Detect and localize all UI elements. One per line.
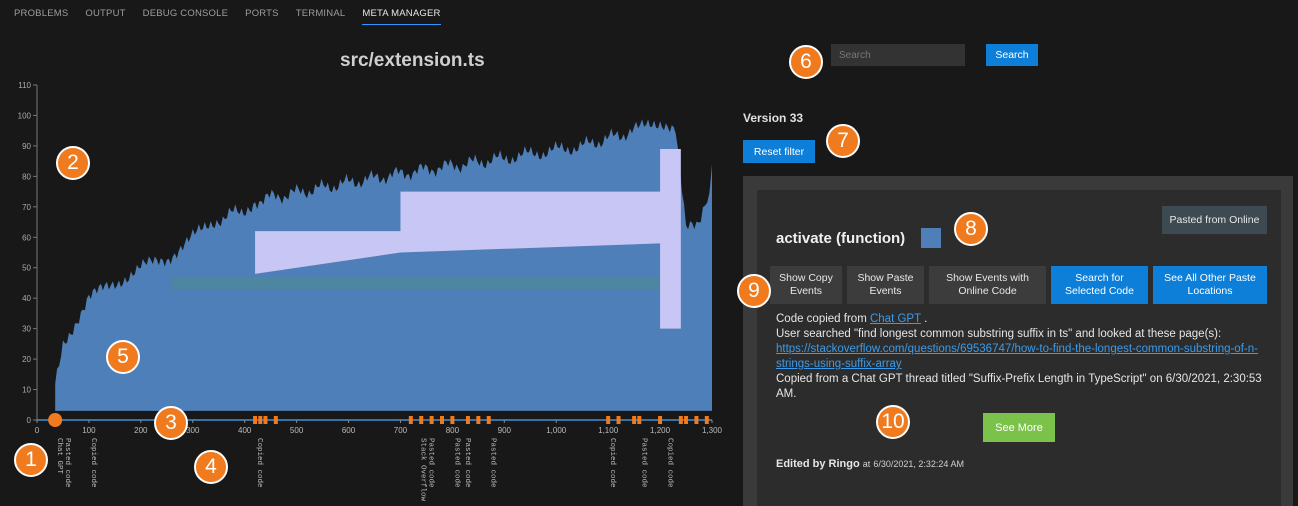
event-label: Copied code <box>255 438 263 488</box>
function-title: activate (function) <box>776 230 906 247</box>
event-marker <box>632 416 637 424</box>
event-marker <box>263 416 268 424</box>
x-tick-label: 1,300 <box>702 426 723 435</box>
chat-gpt-link[interactable]: Chat GPT <box>870 313 921 325</box>
event-marker <box>408 416 413 424</box>
x-tick-label: 400 <box>238 426 252 435</box>
stackoverflow-link[interactable]: https://stackoverflow.com/questions/6953… <box>776 343 1258 370</box>
event-label: Copied code <box>89 438 97 488</box>
event-label: Pasted code <box>639 438 647 488</box>
series-band <box>172 276 661 290</box>
x-tick-label: 700 <box>394 426 408 435</box>
y-tick-label: 60 <box>22 233 31 242</box>
event-marker <box>273 416 278 424</box>
y-tick-label: 100 <box>18 111 32 120</box>
x-tick-label: 500 <box>290 426 304 435</box>
search-selected-code-button[interactable]: Search for Selected Code <box>1051 266 1148 304</box>
y-tick-label: 10 <box>22 386 31 395</box>
annotation-marker-9: 9 <box>737 274 771 308</box>
x-tick-label: 0 <box>35 426 40 435</box>
x-tick-label: 100 <box>82 426 96 435</box>
y-tick-label: 20 <box>22 355 31 364</box>
event-label: Pasted code <box>63 438 71 488</box>
x-tick-label: 300 <box>186 426 200 435</box>
annotation-marker-10: 10 <box>876 405 910 439</box>
copied-from-period: . <box>924 313 928 325</box>
edited-at-label: at <box>862 459 871 469</box>
see-more-button[interactable]: See More <box>983 413 1055 442</box>
event-label: Copied code <box>608 438 616 488</box>
search-history-text: User searched "find longest common subst… <box>776 328 1222 340</box>
copied-from-label: Code copied from <box>776 313 867 325</box>
show-paste-events-button[interactable]: Show Paste Events <box>847 266 924 304</box>
event-label: Copied code <box>665 438 673 488</box>
event-label: Pasted code <box>463 438 471 488</box>
event-marker <box>704 416 709 424</box>
pasted-from-online-badge: Pasted from Online <box>1162 206 1267 234</box>
y-tick-label: 90 <box>22 142 31 151</box>
see-other-paste-locations-button[interactable]: See All Other Paste Locations <box>1153 266 1267 304</box>
event-marker <box>637 416 642 424</box>
event-marker <box>476 416 481 424</box>
search-button[interactable]: Search <box>986 44 1038 66</box>
event-marker <box>419 416 424 424</box>
annotation-marker-1: 1 <box>14 443 48 477</box>
event-marker <box>258 416 263 424</box>
x-tick-label: 900 <box>498 426 512 435</box>
function-color-swatch <box>921 228 941 248</box>
annotation-marker-5: 5 <box>106 340 140 374</box>
event-label: Pasted code <box>426 438 434 488</box>
event-label: Stack Overflow <box>419 438 427 502</box>
event-marker <box>465 416 470 424</box>
show-online-events-button[interactable]: Show Events with Online Code <box>929 266 1046 304</box>
event-marker <box>658 416 663 424</box>
x-tick-label: 1,000 <box>546 426 567 435</box>
y-tick-label: 70 <box>22 203 31 212</box>
event-marker <box>429 416 434 424</box>
event-label: Pasted code <box>489 438 497 488</box>
event-marker <box>253 416 258 424</box>
search-input[interactable] <box>831 44 965 66</box>
x-tick-label: 200 <box>134 426 148 435</box>
annotation-marker-8: 8 <box>954 212 988 246</box>
event-marker <box>450 416 455 424</box>
annotation-marker-4: 4 <box>194 450 228 484</box>
y-tick-label: 30 <box>22 325 31 334</box>
event-marker <box>678 416 683 424</box>
y-tick-label: 80 <box>22 172 31 181</box>
annotation-marker-2: 2 <box>56 146 90 180</box>
edited-by-name: Edited by Ringo <box>776 458 860 470</box>
event-label: Pasted code <box>452 438 460 488</box>
event-marker <box>616 416 621 424</box>
y-tick-label: 110 <box>18 81 31 90</box>
x-tick-label: 600 <box>342 426 356 435</box>
x-tick-label: 1,100 <box>598 426 619 435</box>
event-marker <box>486 416 491 424</box>
annotation-marker-3: 3 <box>154 406 188 440</box>
y-tick-label: 0 <box>27 416 32 425</box>
series-area <box>55 119 712 411</box>
annotation-marker-7: 7 <box>826 124 860 158</box>
x-tick-label: 1,200 <box>650 426 671 435</box>
edited-time: 6/30/2021, 2:32:24 AM <box>873 459 964 469</box>
event-marker <box>440 416 444 424</box>
reset-filter-button[interactable]: Reset filter <box>743 140 815 163</box>
y-tick-label: 40 <box>22 294 31 303</box>
y-tick-label: 50 <box>22 264 31 273</box>
version-history-chart[interactable]: 0 10 20 30 40 50 60 70 80 90 100 110 0 100 200 300 400 50… <box>0 0 730 506</box>
version-label: Version 33 <box>743 111 804 125</box>
x-tick-label: 800 <box>446 426 460 435</box>
event-marker <box>694 416 699 424</box>
event-marker <box>684 416 689 424</box>
edited-by: Edited by Ringo at 6/30/2021, 2:32:24 AM <box>776 458 964 470</box>
show-copy-events-button[interactable]: Show Copy Events <box>770 266 842 304</box>
event-label: Chat GPT <box>55 438 63 475</box>
annotation-marker-6: 6 <box>789 45 823 79</box>
event-marker <box>606 416 611 424</box>
playhead-handle <box>48 413 63 427</box>
chat-thread-text: Copied from a Chat GPT thread titled "Su… <box>776 373 1262 400</box>
provenance-info: Code copied from Chat GPT . User searche… <box>776 312 1266 402</box>
